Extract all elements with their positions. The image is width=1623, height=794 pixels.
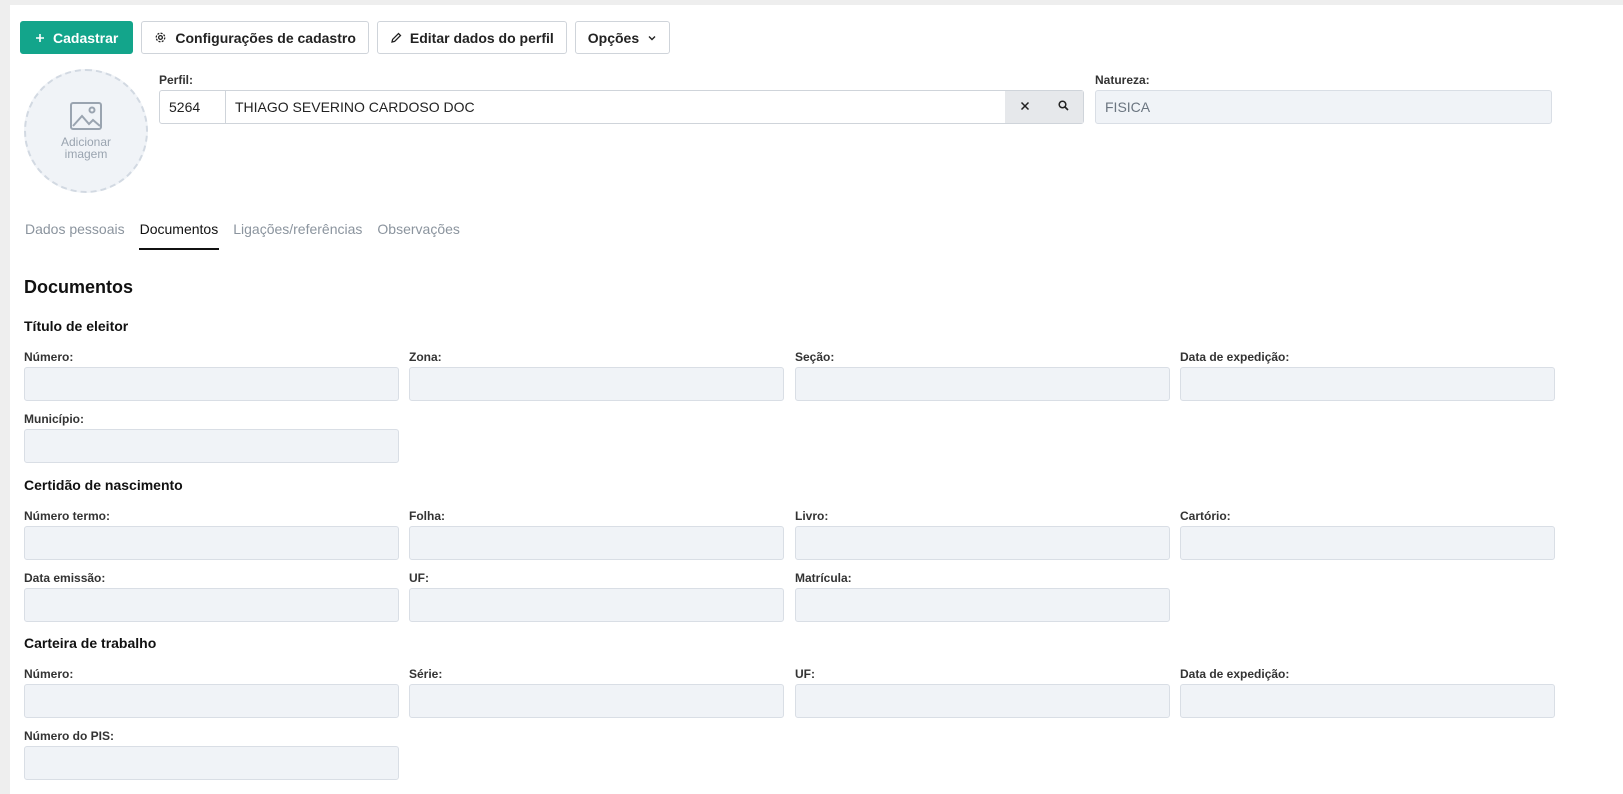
cn-uf-input[interactable] — [409, 588, 784, 622]
cn-folha-input[interactable] — [409, 526, 784, 560]
tab-documentos[interactable]: Documentos — [138, 215, 220, 250]
search-button[interactable] — [1044, 91, 1083, 123]
cn-data-emissao-label: Data emissão: — [24, 571, 106, 585]
clear-button[interactable] — [1005, 91, 1044, 123]
editar-perfil-button[interactable]: Editar dados do perfil — [376, 21, 567, 54]
perfil-code-field[interactable]: 5264 — [160, 91, 226, 123]
te-secao-input[interactable] — [795, 367, 1170, 401]
cn-folha-label: Folha: — [409, 509, 445, 523]
ct-data-expedicao-input[interactable] — [1180, 684, 1555, 718]
perfil-input-group: 5264 THIAGO SEVERINO CARDOSO DOC — [159, 90, 1084, 124]
close-icon — [1020, 98, 1030, 116]
te-municipio-input[interactable] — [24, 429, 399, 463]
app-frame: Cadastrar Configurações de cadastro Edit… — [10, 5, 1623, 794]
config-cadastro-button[interactable]: Configurações de cadastro — [141, 21, 369, 54]
cn-cartorio-label: Cartório: — [1180, 509, 1231, 523]
tab-ligacoes-referencias[interactable]: Ligações/referências — [232, 215, 363, 250]
ct-numero-input[interactable] — [24, 684, 399, 718]
cn-cartorio-input[interactable] — [1180, 526, 1555, 560]
te-zona-label: Zona: — [409, 350, 442, 364]
cadastrar-label: Cadastrar — [53, 29, 119, 46]
pencil-icon — [390, 32, 402, 44]
certidao-heading: Certidão de nascimento — [24, 477, 183, 493]
cn-numero-termo-label: Número termo: — [24, 509, 111, 523]
te-zona-input[interactable] — [409, 367, 784, 401]
cn-uf-label: UF: — [409, 571, 429, 585]
tab-bar: Dados pessoais Documentos Ligações/refer… — [24, 215, 474, 250]
cn-data-emissao-input[interactable] — [24, 588, 399, 622]
documentos-heading: Documentos — [24, 277, 134, 297]
toolbar: Cadastrar Configurações de cadastro Edit… — [20, 21, 671, 54]
ct-serie-label: Série: — [409, 667, 443, 681]
te-numero-label: Número: — [24, 350, 74, 364]
image-icon — [70, 102, 102, 132]
perfil-name-field[interactable]: THIAGO SEVERINO CARDOSO DOC — [226, 91, 1005, 123]
titulo-eleitor-heading: Título de eleitor — [24, 318, 129, 334]
tab-dados-pessoais[interactable]: Dados pessoais — [24, 215, 126, 250]
natureza-label: Natureza: — [1095, 73, 1150, 87]
ct-uf-label: UF: — [795, 667, 815, 681]
te-secao-label: Seção: — [795, 350, 835, 364]
cadastrar-button[interactable]: Cadastrar — [20, 21, 134, 54]
gear-icon — [154, 31, 167, 44]
carteira-heading: Carteira de trabalho — [24, 635, 157, 651]
plus-icon — [35, 33, 45, 43]
te-data-expedicao-label: Data de expedição: — [1180, 350, 1290, 364]
avatar-label: Adicionar imagem — [60, 135, 112, 161]
cn-matricula-label: Matrícula: — [795, 571, 852, 585]
natureza-field: FISICA — [1095, 90, 1552, 124]
ct-data-expedicao-label: Data de expedição: — [1180, 667, 1290, 681]
cn-numero-termo-input[interactable] — [24, 526, 399, 560]
te-data-expedicao-input[interactable] — [1180, 367, 1555, 401]
add-image-avatar[interactable]: Adicionar imagem — [24, 69, 148, 193]
opcoes-label: Opções — [587, 29, 640, 46]
perfil-label: Perfil: — [159, 73, 194, 87]
config-cadastro-label: Configurações de cadastro — [175, 29, 356, 46]
chevron-down-icon — [647, 33, 657, 43]
ct-uf-input[interactable] — [795, 684, 1170, 718]
cn-livro-label: Livro: — [795, 509, 829, 523]
search-icon — [1058, 98, 1069, 116]
cn-matricula-input[interactable] — [795, 588, 1170, 622]
ct-numero-label: Número: — [24, 667, 74, 681]
opcoes-dropdown-button[interactable]: Opções — [574, 21, 671, 54]
ct-numero-pis-label: Número do PIS: — [24, 729, 115, 743]
ct-serie-input[interactable] — [409, 684, 784, 718]
te-municipio-label: Município: — [24, 412, 84, 426]
tab-observacoes[interactable]: Observações — [376, 215, 460, 250]
te-numero-input[interactable] — [24, 367, 399, 401]
editar-perfil-label: Editar dados do perfil — [409, 29, 554, 46]
ct-numero-pis-input[interactable] — [24, 746, 399, 780]
cn-livro-input[interactable] — [795, 526, 1170, 560]
